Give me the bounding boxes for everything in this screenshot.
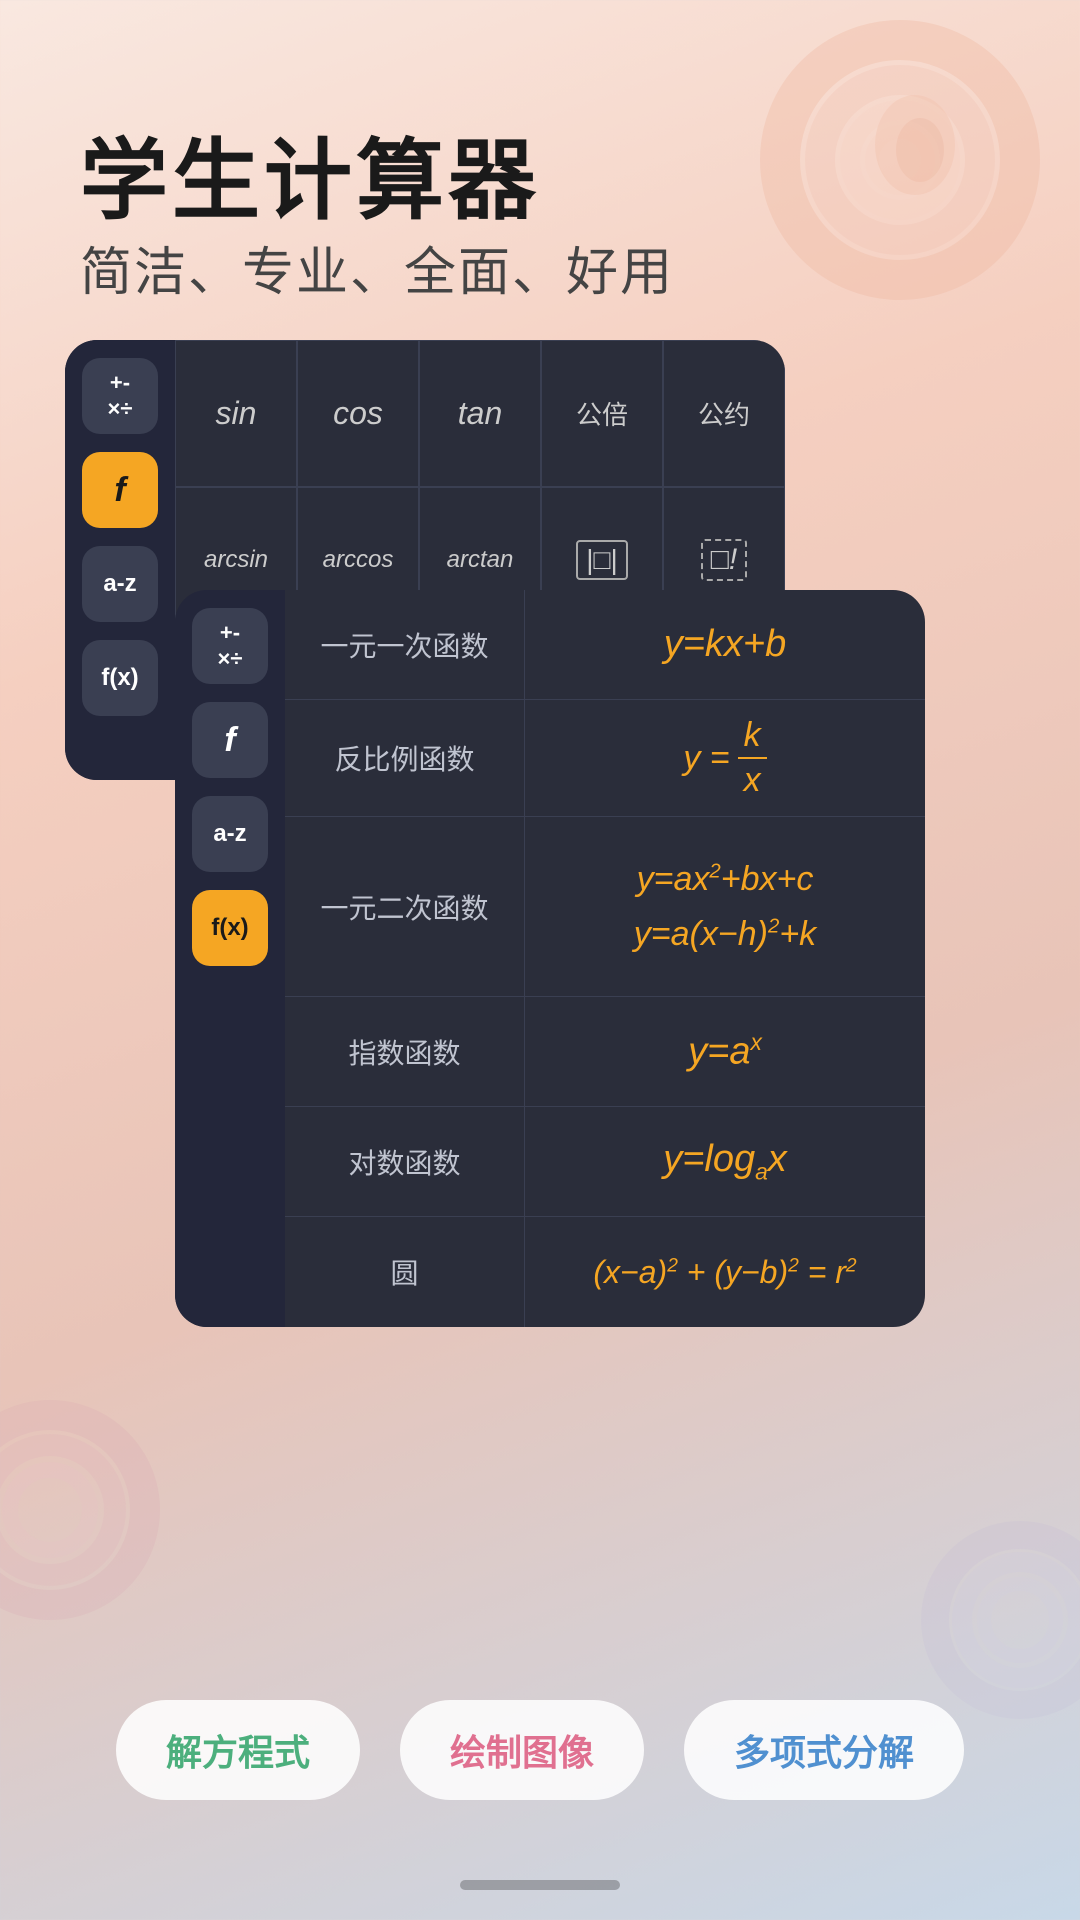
ops-button-2[interactable]: +-×÷ — [192, 608, 268, 684]
quadratic-function-formula: y=ax2+bx+c y=a(x−h)2+k — [525, 817, 925, 996]
gcd-button[interactable]: 公约 — [663, 340, 785, 487]
lcm-button[interactable]: 公倍 — [541, 340, 663, 487]
quadratic-function-row[interactable]: 一元二次函数 y=ax2+bx+c y=a(x−h)2+k — [285, 817, 925, 997]
spiral-decoration-top — [760, 20, 1040, 300]
logarithm-function-row[interactable]: 对数函数 y=logax — [285, 1107, 925, 1217]
back-sidebar: +-×÷ f a-z f(x) — [65, 340, 175, 780]
inverse-function-row[interactable]: 反比例函数 y = k x — [285, 700, 925, 817]
spiral-decoration-bottom-right — [920, 1520, 1080, 1720]
inverse-function-name: 反比例函数 — [285, 700, 525, 816]
az-button[interactable]: a-z — [82, 546, 158, 622]
spiral-decoration-bottom-left — [0, 1400, 160, 1620]
circle-function-formula: (x−a)2 + (y−b)2 = r2 — [525, 1217, 925, 1327]
exponential-function-row[interactable]: 指数函数 y=ax — [285, 997, 925, 1107]
linear-function-name: 一元一次函数 — [285, 590, 525, 699]
factorize-button[interactable]: 多项式分解 — [684, 1700, 964, 1800]
exponential-function-formula: y=ax — [525, 997, 925, 1106]
fx-button[interactable]: f(x) — [82, 640, 158, 716]
bottom-action-buttons: 解方程式 绘制图像 多项式分解 — [0, 1700, 1080, 1800]
linear-function-row[interactable]: 一元一次函数 y=kx+b — [285, 590, 925, 700]
f-button-2[interactable]: f — [192, 702, 268, 778]
az-button-2[interactable]: a-z — [192, 796, 268, 872]
inverse-function-formula: y = k x — [525, 700, 925, 816]
function-list: 一元一次函数 y=kx+b 反比例函数 y = k x — [285, 590, 925, 1327]
logarithm-function-name: 对数函数 — [285, 1107, 525, 1216]
circle-function-name: 圆 — [285, 1217, 525, 1327]
logarithm-function-formula: y=logax — [525, 1107, 925, 1216]
front-sidebar: +-×÷ f a-z f(x) — [175, 590, 285, 1327]
exponential-function-name: 指数函数 — [285, 997, 525, 1106]
tan-button[interactable]: tan — [419, 340, 541, 487]
linear-function-formula: y=kx+b — [525, 590, 925, 699]
sin-button[interactable]: sin — [175, 340, 297, 487]
ops-button[interactable]: +-×÷ — [82, 358, 158, 434]
fx-button-2[interactable]: f(x) — [192, 890, 268, 966]
page-title: 学生计算器 — [80, 110, 540, 237]
function-reference-card: +-×÷ f a-z f(x) 一元一次函数 y=kx+b — [175, 590, 925, 1327]
circle-function-row[interactable]: 圆 (x−a)2 + (y−b)2 = r2 — [285, 1217, 925, 1327]
cos-button[interactable]: cos — [297, 340, 419, 487]
f-button[interactable]: f — [82, 452, 158, 528]
solve-equation-button[interactable]: 解方程式 — [116, 1700, 360, 1800]
draw-graph-button[interactable]: 绘制图像 — [400, 1700, 644, 1800]
quadratic-function-name: 一元二次函数 — [285, 817, 525, 996]
page-subtitle: 简洁、专业、全面、好用 — [80, 230, 674, 305]
home-indicator — [460, 1880, 620, 1890]
